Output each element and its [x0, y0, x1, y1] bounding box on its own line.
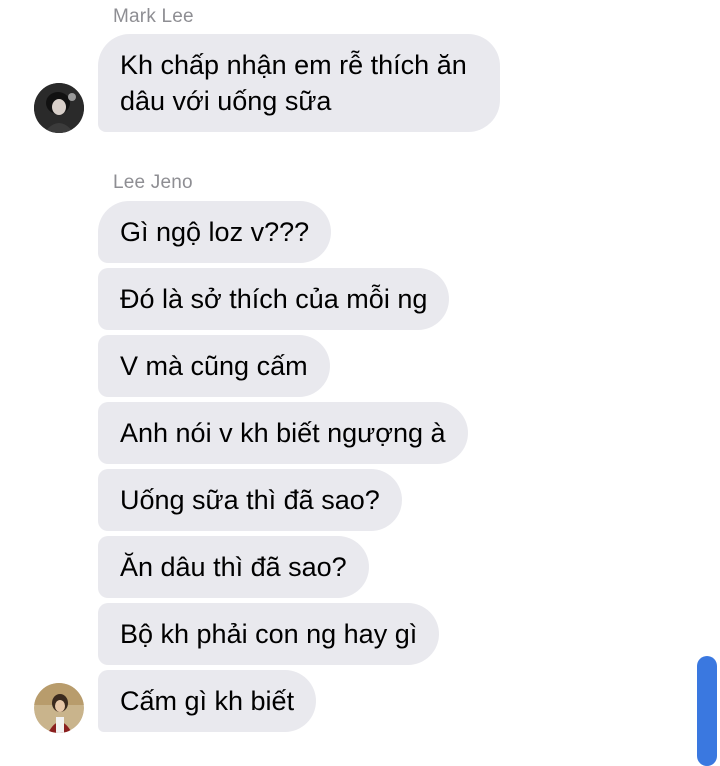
profile-photo-icon	[34, 683, 84, 733]
message-bubble[interactable]: Anh nói v kh biết ngượng à	[98, 402, 468, 464]
message-bubble[interactable]: Ăn dâu thì đã sao?	[98, 536, 369, 598]
message-bubble[interactable]: Uống sữa thì đã sao?	[98, 469, 402, 531]
avatar-lee-jeno-icon[interactable]	[34, 683, 84, 733]
sender-name-mark-lee: Mark Lee	[113, 6, 194, 27]
message-bubble[interactable]: Gì ngộ loz v???	[98, 201, 332, 263]
message-bubble[interactable]: Đó là sở thích của mỗi ng	[98, 268, 450, 330]
sender-name-lee-jeno: Lee Jeno	[113, 172, 193, 193]
scrollbar-thumb[interactable]	[697, 656, 717, 766]
message-bubble[interactable]: Bộ kh phải con ng hay gì	[98, 603, 440, 665]
avatar-mark-lee-icon[interactable]	[34, 83, 84, 133]
message-bubble[interactable]: V mà cũng cấm	[98, 335, 330, 397]
message-bubble[interactable]: Cấm gì kh biết	[98, 670, 317, 732]
profile-photo-icon	[34, 83, 84, 133]
message-bubble[interactable]: Kh chấp nhận em rễ thích ăn dâu với uống…	[98, 34, 500, 132]
